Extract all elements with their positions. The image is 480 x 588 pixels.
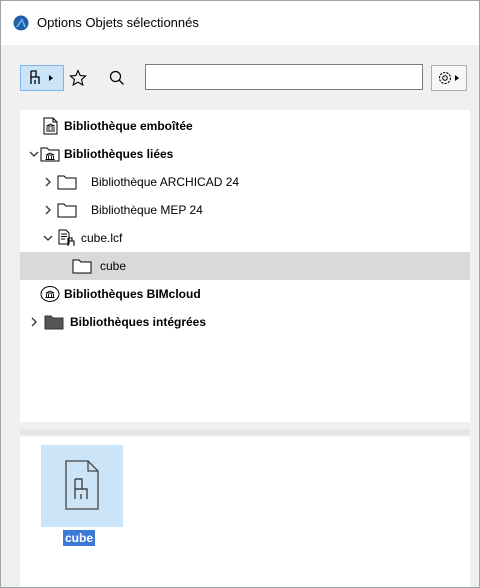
tree-item-linked-libraries[interactable]: Bibliothèques liées — [20, 140, 470, 168]
object-file-icon — [65, 460, 99, 510]
archicad-app-icon — [13, 15, 29, 31]
tree-item-embedded-library[interactable]: Bibliothèque emboîtée — [20, 112, 470, 140]
settings-menu-button[interactable] — [431, 65, 467, 91]
folder-icon — [72, 259, 92, 274]
lcf-container-icon — [58, 229, 75, 246]
tree-item-label: Bibliothèques intégrées — [70, 315, 207, 329]
chevron-right-icon[interactable] — [43, 205, 53, 215]
folder-icon — [57, 175, 77, 190]
tree-item-archicad-library[interactable]: Bibliothèque ARCHICAD 24 — [20, 168, 470, 196]
tree-item-label: Bibliothèque MEP 24 — [91, 203, 203, 217]
favorites-button[interactable] — [67, 65, 89, 91]
toolbar — [1, 45, 479, 109]
library-chair-icon — [30, 70, 53, 84]
tree-item-cube-folder[interactable]: cube — [20, 252, 470, 280]
tree-item-label: Bibliothèques liées — [64, 147, 174, 161]
tree-item-label: cube — [100, 259, 127, 273]
tree-item-label: Bibliothèques BIMcloud — [64, 287, 201, 301]
linked-libraries-icon — [40, 147, 60, 162]
builtin-folder-icon — [44, 315, 64, 330]
tree-item-builtin-libraries[interactable]: Bibliothèques intégrées — [20, 308, 470, 336]
star-icon — [69, 69, 87, 87]
preview-item-label[interactable]: cube — [63, 530, 96, 546]
embedded-library-icon — [43, 117, 58, 135]
tree-item-label: Bibliothèque emboîtée — [64, 119, 193, 133]
search-icon — [109, 70, 124, 85]
tree-item-bimcloud-libraries[interactable]: Bibliothèques BIMcloud — [20, 280, 470, 308]
library-button[interactable] — [20, 65, 64, 91]
window-title: Options Objets sélectionnés — [37, 15, 199, 30]
preview-item-tile[interactable] — [41, 445, 123, 527]
library-tree: Bibliothèque emboîtée Bibliothèques liée… — [20, 110, 470, 422]
chevron-right-icon[interactable] — [29, 317, 39, 327]
panel-divider[interactable] — [20, 429, 470, 435]
tree-item-mep-library[interactable]: Bibliothèque MEP 24 — [20, 196, 470, 224]
tree-item-cube-lcf[interactable]: cube.lcf — [20, 224, 470, 252]
preview-panel: cube — [20, 437, 470, 587]
title-bar: Options Objets sélectionnés — [1, 1, 479, 45]
search-button[interactable] — [105, 65, 129, 91]
bimcloud-library-icon — [40, 286, 60, 302]
gear-icon — [438, 71, 459, 85]
tree-item-label: cube.lcf — [81, 231, 123, 245]
chevron-down-icon[interactable] — [29, 149, 39, 159]
folder-icon — [57, 203, 77, 218]
chevron-right-icon[interactable] — [43, 177, 53, 187]
chevron-down-icon[interactable] — [43, 233, 53, 243]
search-input[interactable] — [145, 64, 423, 90]
dialog-window: Options Objets sélectionnés Bibliothèque… — [0, 0, 480, 588]
tree-item-label: Bibliothèque ARCHICAD 24 — [91, 175, 240, 189]
